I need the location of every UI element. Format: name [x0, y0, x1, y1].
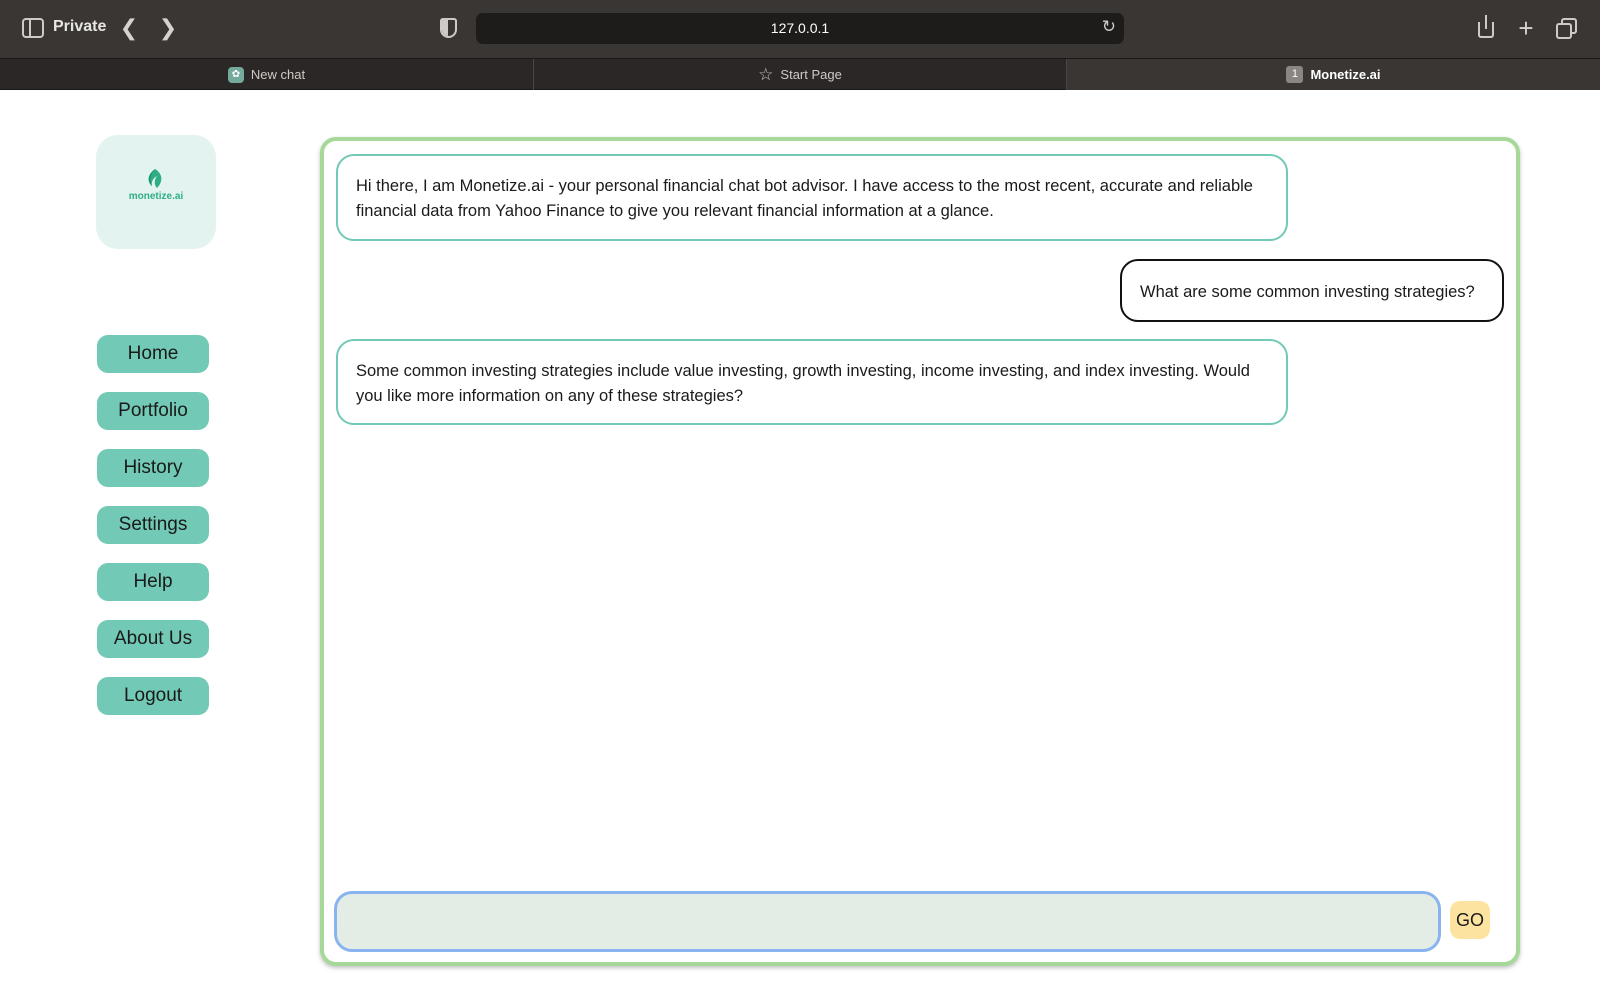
tab-bar: ✿ New chat ☆ Start Page 1 Monetize.ai — [0, 58, 1600, 90]
tab-label: Start Page — [780, 67, 842, 82]
chat-panel: Hi there, I am Monetize.ai - your person… — [320, 137, 1520, 966]
tab-monetize[interactable]: 1 Monetize.ai — [1066, 59, 1600, 90]
nav-home-button[interactable]: Home — [97, 335, 209, 373]
url-text: 127.0.0.1 — [770, 20, 830, 36]
tab-overview-icon[interactable] — [1553, 14, 1581, 42]
nav-about-us-button[interactable]: About Us — [97, 620, 209, 658]
tab-start-page[interactable]: ☆ Start Page — [533, 59, 1066, 90]
bot-message: Hi there, I am Monetize.ai - your person… — [336, 154, 1288, 241]
bot-message: Some common investing strategies include… — [336, 339, 1288, 425]
reload-icon[interactable]: ↻ — [1102, 17, 1116, 37]
address-bar[interactable]: 127.0.0.1 ↻ — [476, 13, 1124, 44]
tab-new-chat[interactable]: ✿ New chat — [0, 59, 533, 90]
user-message: What are some common investing strategie… — [1120, 259, 1504, 322]
tab-label: New chat — [250, 67, 306, 82]
share-icon[interactable] — [1472, 14, 1500, 42]
tab-number-icon: 1 — [1286, 66, 1304, 83]
back-arrow-icon[interactable]: ❮ — [116, 14, 142, 42]
private-label: Private — [53, 18, 107, 35]
browser-toolbar: Private ❮ ❯ 127.0.0.1 ↻ + — [0, 0, 1600, 58]
nav-portfolio-button[interactable]: Portfolio — [97, 392, 209, 430]
nav-settings-button[interactable]: Settings — [97, 506, 209, 544]
sidebar-toggle-icon[interactable] — [22, 18, 44, 38]
logo-text: monetize.ai — [128, 191, 184, 202]
leaf-icon — [148, 169, 162, 188]
nav-history-button[interactable]: History — [97, 449, 209, 487]
forward-arrow-icon[interactable]: ❯ — [155, 14, 181, 42]
nav-logout-button[interactable]: Logout — [97, 677, 209, 715]
logo[interactable]: monetize.ai — [96, 135, 216, 249]
sidebar-nav: Home Portfolio History Settings Help Abo… — [97, 335, 209, 734]
nav-help-button[interactable]: Help — [97, 563, 209, 601]
privacy-shield-icon[interactable] — [440, 18, 457, 38]
go-button[interactable]: GO — [1450, 901, 1490, 939]
chatgpt-icon: ✿ — [227, 66, 244, 83]
star-icon: ☆ — [758, 64, 774, 84]
tab-label: Monetize.ai — [1310, 67, 1381, 82]
chat-input[interactable] — [334, 891, 1441, 952]
new-tab-icon[interactable]: + — [1512, 14, 1540, 42]
